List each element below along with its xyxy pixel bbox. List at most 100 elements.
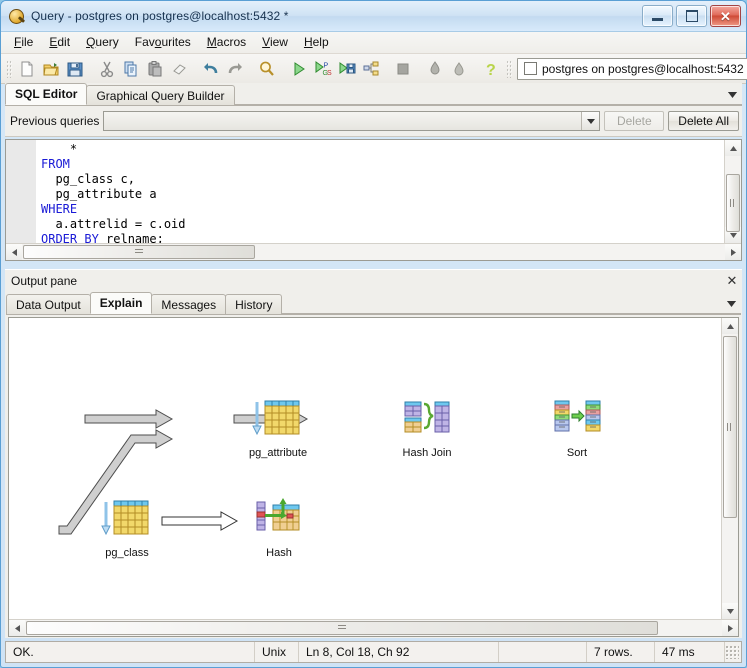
menu-file[interactable]: File bbox=[6, 33, 41, 52]
delete-all-button[interactable]: Delete All bbox=[668, 111, 739, 131]
explain-options-icon[interactable] bbox=[447, 57, 471, 81]
menu-edit[interactable]: Edit bbox=[41, 33, 78, 52]
tabstrip-overflow-button[interactable] bbox=[725, 88, 739, 102]
query-magnifier-icon bbox=[8, 8, 25, 25]
explain-hscrollbar[interactable] bbox=[9, 619, 738, 636]
scroll-up-button[interactable] bbox=[725, 140, 741, 156]
toolbar-grip-2[interactable] bbox=[506, 60, 512, 78]
clear-window-icon[interactable] bbox=[167, 57, 191, 81]
open-file-icon[interactable] bbox=[39, 57, 63, 81]
tab-sql-editor[interactable]: SQL Editor bbox=[5, 83, 87, 105]
chevron-left-icon bbox=[12, 249, 17, 256]
execute-query-icon[interactable] bbox=[287, 57, 311, 81]
close-button[interactable]: ✕ bbox=[710, 5, 741, 27]
sql-vscroll-track[interactable] bbox=[725, 156, 741, 227]
find-replace-icon[interactable] bbox=[255, 57, 279, 81]
explain-query-icon[interactable] bbox=[359, 57, 383, 81]
delete-button[interactable]: Delete bbox=[604, 111, 664, 131]
previous-queries-label: Previous queries bbox=[10, 114, 99, 128]
save-icon[interactable] bbox=[63, 57, 87, 81]
cancel-icon[interactable] bbox=[391, 57, 415, 81]
tab-data-output[interactable]: Data Output bbox=[6, 294, 91, 314]
copy-icon[interactable] bbox=[119, 57, 143, 81]
paste-icon[interactable] bbox=[143, 57, 167, 81]
output-tabstrip-overflow-button[interactable] bbox=[724, 297, 738, 311]
explain-row: pg_attribute bbox=[9, 318, 738, 619]
maximize-button[interactable] bbox=[676, 5, 707, 27]
menu-query[interactable]: Query bbox=[78, 33, 127, 52]
menu-favourites[interactable]: Favourites bbox=[127, 33, 199, 52]
sql-hscroll-track[interactable] bbox=[22, 244, 725, 260]
sql-line: a.attrelid = c.oid bbox=[41, 217, 724, 232]
hash-join-icon bbox=[401, 396, 453, 442]
tab-graphical-query-builder[interactable]: Graphical Query Builder bbox=[86, 85, 234, 105]
explain-edges bbox=[9, 318, 714, 606]
query-window: Query - postgres on postgres@localhost:5… bbox=[0, 0, 747, 668]
menu-help[interactable]: Help bbox=[296, 33, 337, 52]
minimize-button[interactable] bbox=[642, 5, 673, 27]
redo-icon[interactable] bbox=[223, 57, 247, 81]
sql-line: WHERE bbox=[41, 202, 724, 217]
node-pg-attribute-label: pg_attribute bbox=[249, 447, 307, 459]
explain-scroll-left-button[interactable] bbox=[9, 620, 25, 636]
output-pane-close-button[interactable]: ✕ bbox=[722, 273, 742, 289]
node-hash[interactable]: Hash bbox=[253, 496, 305, 559]
sql-editor-gutter bbox=[6, 140, 37, 243]
tab-messages-label: Messages bbox=[161, 298, 216, 312]
connection-checkbox[interactable] bbox=[524, 62, 537, 75]
tab-messages[interactable]: Messages bbox=[151, 294, 226, 314]
help-icon[interactable]: ? bbox=[479, 57, 503, 81]
menu-macros-label: acros bbox=[217, 35, 246, 49]
execute-pgscript-icon[interactable]: P G S bbox=[311, 57, 335, 81]
explain-vscroll-thumb[interactable] bbox=[723, 336, 737, 518]
explain-analyze-icon[interactable] bbox=[423, 57, 447, 81]
explain-canvas[interactable]: pg_attribute bbox=[9, 318, 721, 619]
tab-history[interactable]: History bbox=[225, 294, 282, 314]
menu-bar: File Edit Query Favourites Macros View H… bbox=[1, 32, 746, 54]
sql-hscroll-thumb[interactable] bbox=[23, 245, 255, 259]
cursor-position: Ln 8, Col 18, Ch 92 bbox=[299, 642, 499, 662]
row-count: 7 rows. bbox=[587, 642, 655, 662]
chevron-down-icon bbox=[587, 118, 595, 124]
scroll-right-button[interactable] bbox=[725, 244, 741, 260]
window-resize-grip[interactable] bbox=[725, 645, 739, 659]
sql-vscroll-thumb[interactable] bbox=[726, 174, 740, 232]
sql-editor-panel: *FROM pg_class c, pg_attribute aWHERE a.… bbox=[5, 139, 742, 261]
node-pg-attribute[interactable]: pg_attribute bbox=[249, 396, 307, 459]
sql-editor-hscrollbar[interactable] bbox=[6, 243, 741, 260]
sql-editor-vscrollbar[interactable] bbox=[724, 140, 741, 243]
previous-queries-combo[interactable] bbox=[103, 111, 600, 131]
toolbar-grip[interactable] bbox=[6, 60, 12, 78]
tab-explain[interactable]: Explain bbox=[90, 292, 153, 314]
node-sort[interactable]: Sort bbox=[552, 396, 602, 459]
node-pg-class[interactable]: pg_class bbox=[99, 496, 155, 559]
menu-view[interactable]: View bbox=[254, 33, 296, 52]
chevron-down-icon bbox=[730, 233, 737, 238]
svg-text:S: S bbox=[327, 70, 332, 77]
sql-editor-text[interactable]: *FROM pg_class c, pg_attribute aWHERE a.… bbox=[37, 140, 724, 243]
new-file-icon[interactable] bbox=[15, 57, 39, 81]
menu-macros[interactable]: Macros bbox=[199, 33, 254, 52]
status-bar: OK. Unix Ln 8, Col 18, Ch 92 7 rows. 47 … bbox=[5, 641, 742, 663]
scroll-left-button[interactable] bbox=[6, 244, 22, 260]
delete-button-label: Delete bbox=[617, 114, 652, 128]
execute-to-file-icon[interactable] bbox=[335, 57, 359, 81]
explain-hscroll-track[interactable] bbox=[25, 620, 722, 636]
close-icon: ✕ bbox=[720, 10, 731, 23]
cut-icon[interactable] bbox=[95, 57, 119, 81]
menu-help-label: elp bbox=[313, 35, 329, 49]
node-hash-join[interactable]: Hash Join bbox=[401, 396, 453, 459]
explain-scroll-up-button[interactable] bbox=[722, 318, 738, 334]
explain-scroll-right-button[interactable] bbox=[722, 620, 738, 636]
explain-vscrollbar[interactable] bbox=[721, 318, 738, 619]
explain-hscroll-thumb[interactable] bbox=[26, 621, 658, 635]
explain-vscroll-track[interactable] bbox=[722, 334, 738, 603]
connection-selector[interactable]: postgres on postgres@localhost:5432 bbox=[517, 58, 747, 80]
table-scan-icon bbox=[250, 396, 306, 442]
previous-queries-dropdown-button[interactable] bbox=[581, 112, 599, 130]
undo-icon[interactable] bbox=[199, 57, 223, 81]
explain-scroll-down-button[interactable] bbox=[722, 603, 738, 619]
output-tabstrip-filler bbox=[281, 293, 741, 314]
tab-history-label: History bbox=[235, 298, 272, 312]
svg-text:P: P bbox=[324, 62, 329, 69]
